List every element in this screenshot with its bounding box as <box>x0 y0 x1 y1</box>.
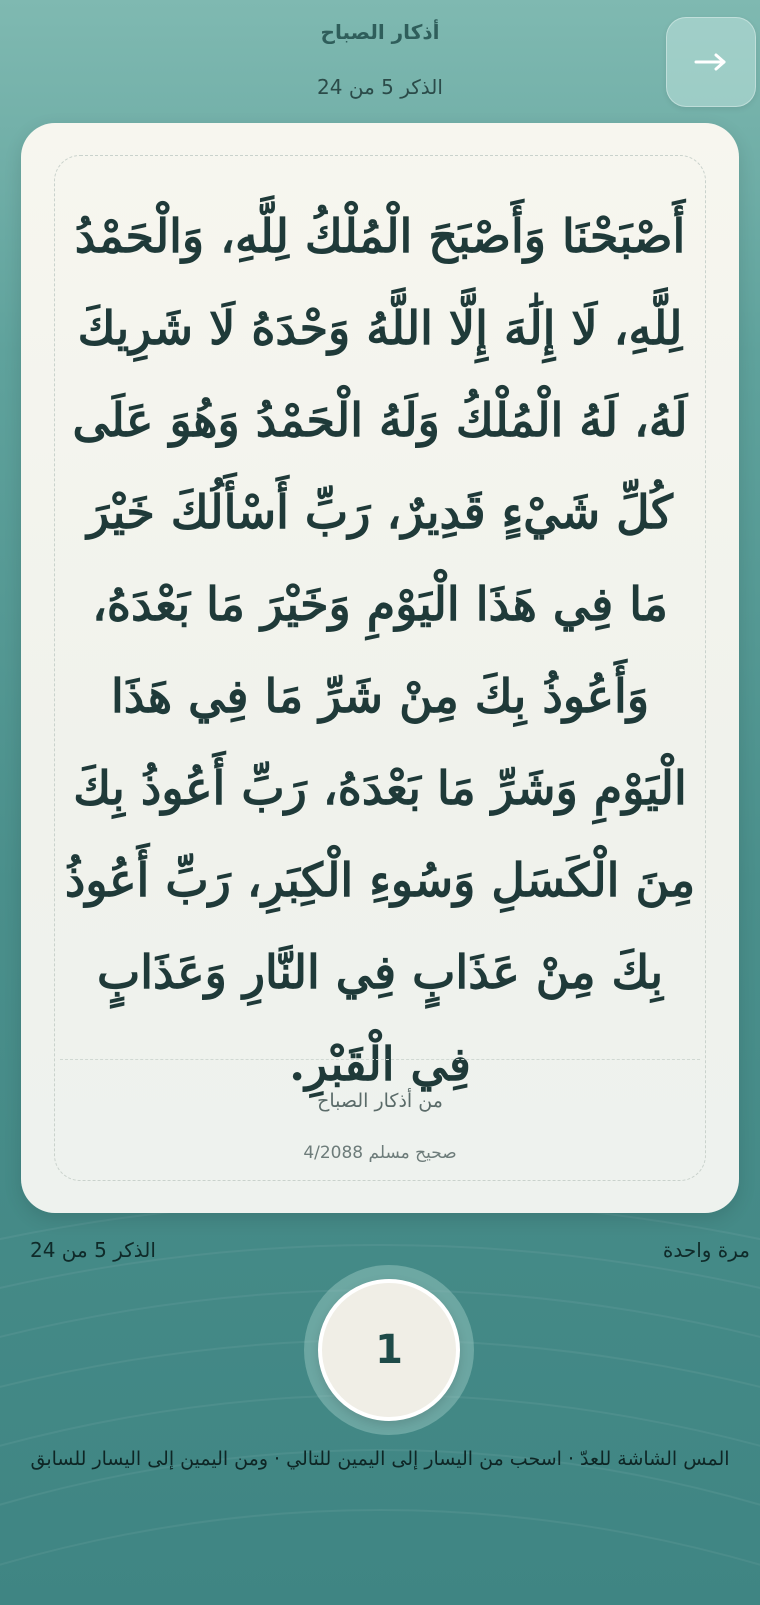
progress-label: الذكر 5 من 24 <box>317 75 443 99</box>
card-divider <box>60 1059 700 1060</box>
arrow-right-icon <box>694 52 728 72</box>
progress-counter-label: الذكر 5 من 24 <box>30 1238 156 1262</box>
repeat-count-label: مرة واحدة <box>662 1238 750 1262</box>
dhikr-category: من أذكار الصباح <box>317 1090 443 1112</box>
gesture-instructions: المس الشاشة للعدّ · اسحب من اليسار إلى ا… <box>30 1448 730 1470</box>
dhikr-source: صحيح مسلم 4/2088 <box>303 1143 457 1163</box>
page-title: أذكار الصباح <box>320 20 440 44</box>
tap-counter-button[interactable]: 1 <box>318 1279 460 1421</box>
dhikr-text: أَصْبَحْنَا وَأَصْبَحَ الْمُلْكُ لِلَّهِ… <box>64 209 696 1091</box>
next-button[interactable] <box>666 17 756 107</box>
